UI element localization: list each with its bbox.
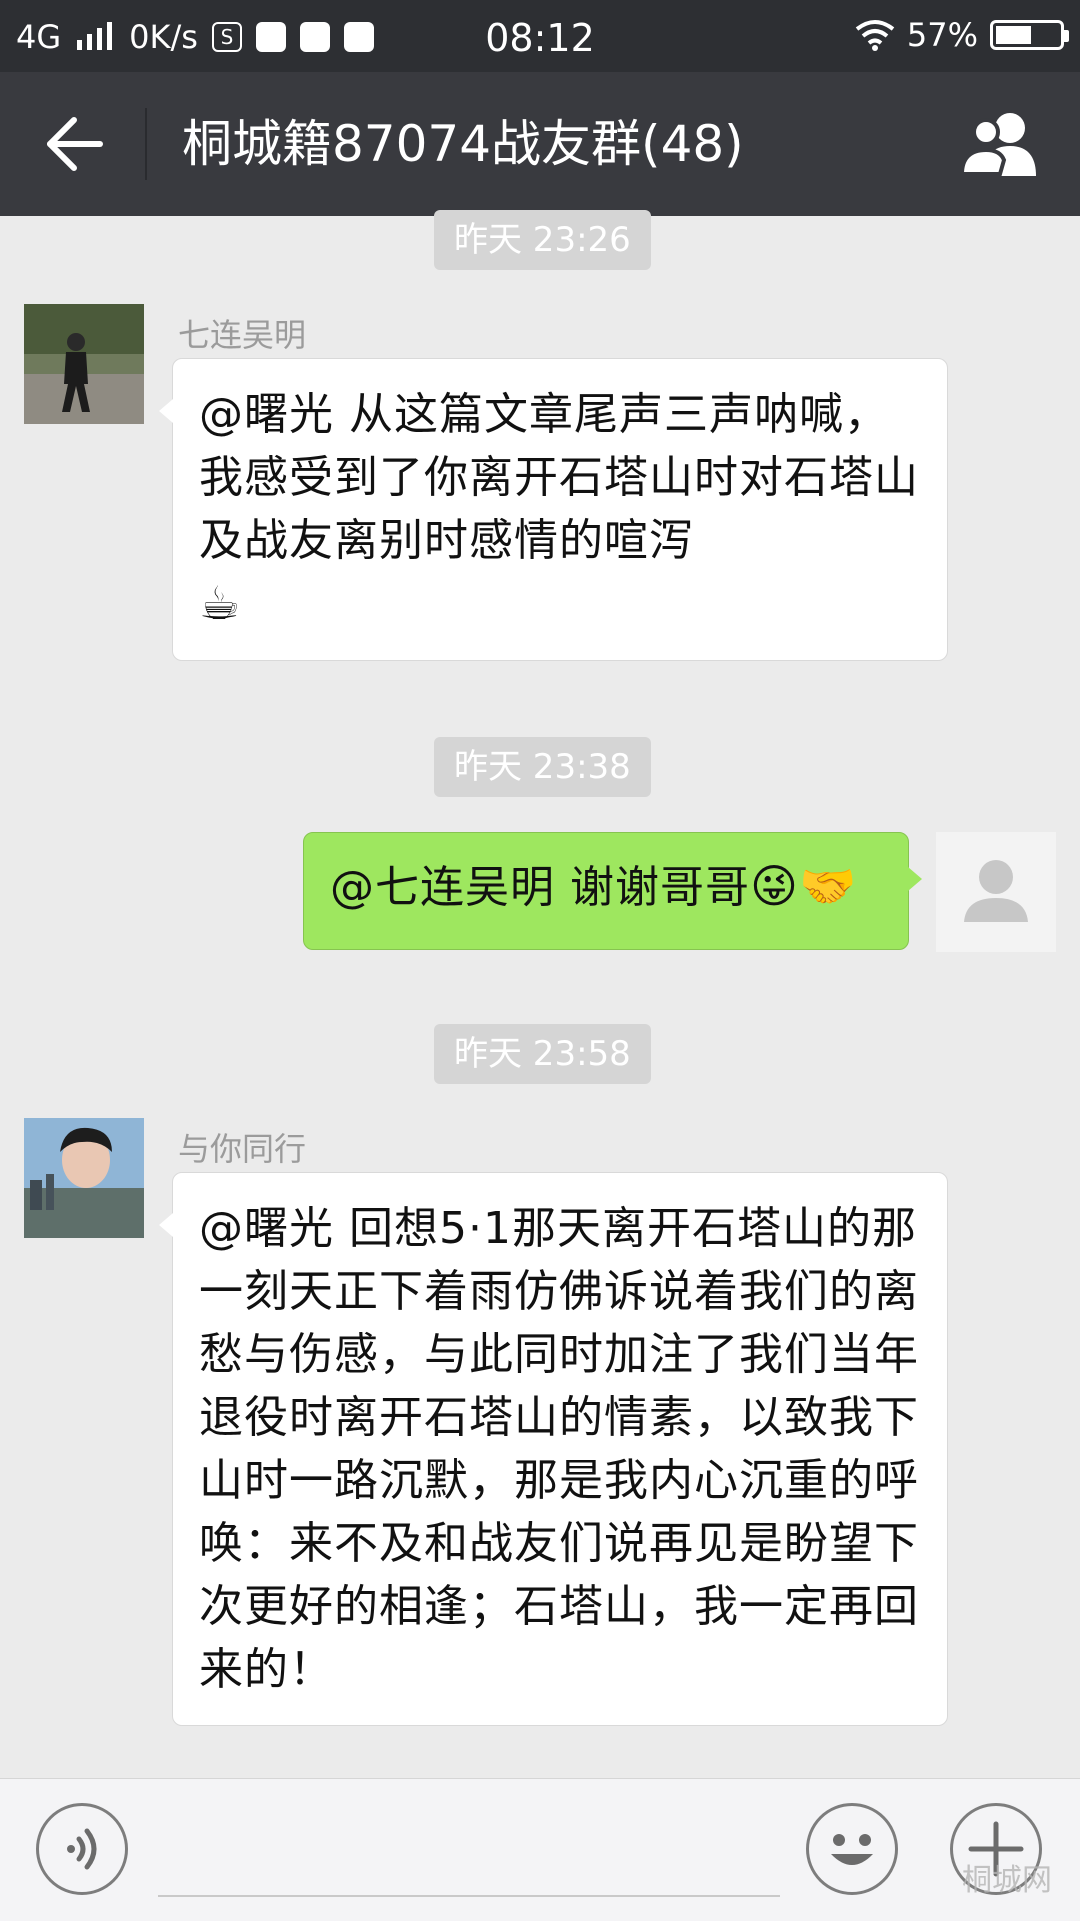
status-bar: 4G 0K/s S 08:12 57% xyxy=(0,0,1080,72)
timestamp: 昨天 23:58 xyxy=(434,1024,651,1084)
header-divider xyxy=(145,108,147,180)
message-text: @七连吴明 谢谢哥哥 xyxy=(330,862,750,913)
message-text: @曙光 回想5·1那天离开石塔山的那一刻天正下着雨仿佛诉说着我们的离愁与伤感，与… xyxy=(199,1203,919,1695)
avatar[interactable] xyxy=(24,304,144,424)
battery-icon xyxy=(990,20,1069,50)
my-avatar[interactable] xyxy=(936,832,1056,952)
emoji-button[interactable] xyxy=(806,1803,898,1895)
message-bubble[interactable]: @曙光 回想5·1那天离开石塔山的那一刻天正下着雨仿佛诉说着我们的离愁与伤感，与… xyxy=(159,1172,948,1726)
input-bar: 桐城网 xyxy=(0,1778,1080,1921)
chat-header: 桐城籍87074战友群(48) xyxy=(0,72,1080,216)
default-user-icon xyxy=(964,860,1028,922)
avatar-photo-icon xyxy=(24,1118,144,1238)
group-members-icon[interactable] xyxy=(960,110,1050,178)
wifi-icon xyxy=(855,20,895,51)
timestamp: 昨天 23:38 xyxy=(434,737,651,797)
battery-percent: 57% xyxy=(906,16,978,54)
coffee-icon: ☕ xyxy=(199,576,242,630)
voice-toggle-button[interactable] xyxy=(36,1803,128,1895)
sender-name: 七连吴明 xyxy=(178,316,307,354)
avatar[interactable] xyxy=(24,1118,144,1238)
smiley-icon xyxy=(831,1834,873,1865)
timestamp: 昨天 23:26 xyxy=(434,210,651,270)
wink-handshake-icon: 😜🤝 xyxy=(750,859,858,913)
voice-icon xyxy=(67,1828,97,1870)
watermark-text: 桐城网 xyxy=(962,1863,1052,1898)
message-input[interactable] xyxy=(158,1895,780,1897)
message-bubble-outgoing[interactable]: @七连吴明 谢谢哥哥😜🤝 xyxy=(303,832,922,950)
message-bubble[interactable]: @曙光 从这篇文章尾声三声呐喊，我感受到了你离开石塔山时对石塔山及战友离别时感情… xyxy=(159,358,948,661)
sender-name: 与你同行 xyxy=(178,1130,307,1168)
message-text: @曙光 从这篇文章尾声三声呐喊，我感受到了你离开石塔山时对石塔山及战友离别时感情… xyxy=(199,389,919,566)
avatar-photo-icon xyxy=(24,304,144,424)
back-arrow-icon[interactable] xyxy=(40,112,110,176)
chat-title: 桐城籍87074战友群(48) xyxy=(182,115,744,173)
status-right: 57% xyxy=(855,16,1069,54)
battery-fill xyxy=(996,26,1031,44)
